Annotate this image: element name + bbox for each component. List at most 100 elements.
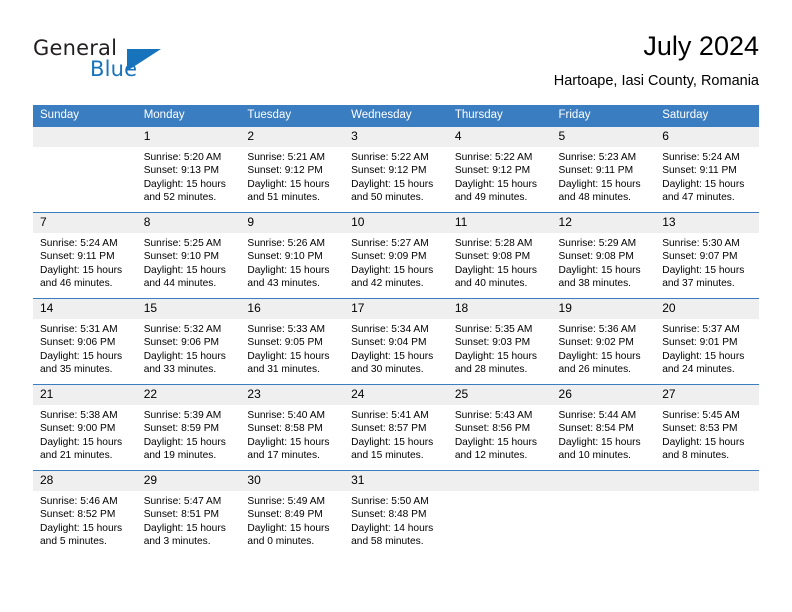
calendar-day-cell[interactable]: 2 Sunrise: 5:21 AM Sunset: 9:12 PM Daylight… — [240, 126, 345, 213]
sunrise-text: Sunrise: 5:50 AM — [351, 496, 429, 507]
day-details: Sunrise: 5:27 AM Sunset: 9:09 PM Daylight:… — [344, 233, 448, 291]
day-number: 30 — [240, 471, 345, 491]
calendar-day-cell[interactable]: 19 Sunrise: 5:36 AM Sunset: 9:02 PM Dayligh… — [551, 298, 656, 385]
sunset-text: Sunset: 9:06 PM — [40, 337, 116, 349]
daylight-text-cont: and 30 minutes. — [351, 364, 424, 376]
day-number: 2 — [240, 127, 345, 147]
calendar-week-row: 1 Sunrise: 5:20 AM Sunset: 9:13 PM Daylight… — [33, 126, 759, 213]
calendar-day-cell[interactable]: 31 Sunrise: 5:50 AM Sunset: 8:48 PM Dayligh… — [344, 470, 448, 556]
daylight-text-cont: and 24 minutes. — [662, 364, 735, 376]
sunrise-text: Sunrise: 5:47 AM — [143, 496, 222, 507]
calendar-day-cell[interactable]: 21 Sunrise: 5:38 AM Sunset: 9:00 PM Dayligh… — [33, 384, 137, 471]
calendar-day-cell[interactable]: 22 Sunrise: 5:39 AM Sunset: 8:59 PM Dayligh… — [136, 384, 241, 471]
calendar-day-cell[interactable]: 25 Sunrise: 5:43 AM Sunset: 8:56 PM Dayligh… — [447, 384, 552, 471]
sunset-text: Sunset: 9:10 PM — [143, 251, 220, 263]
calendar-day-cell[interactable]: 7 Sunrise: 5:24 AM Sunset: 9:11 PM Daylight… — [33, 212, 137, 299]
calendar-day-cell[interactable]: 15 Sunrise: 5:32 AM Sunset: 9:06 PM Dayligh… — [136, 298, 241, 385]
daylight-text-cont: and 5 minutes. — [40, 536, 107, 548]
sunset-text: Sunset: 9:01 PM — [662, 337, 738, 349]
day-number: 13 — [655, 213, 759, 233]
daylight-text: Daylight: 15 hours — [247, 522, 330, 534]
daylight-text-cont: and 19 minutes. — [143, 450, 217, 462]
calendar-day-cell[interactable]: 6 Sunrise: 5:24 AM Sunset: 9:11 PM Daylight… — [655, 126, 759, 213]
calendar-day-cell[interactable]: 14 Sunrise: 5:31 AM Sunset: 9:06 PM Dayligh… — [33, 298, 137, 385]
calendar-header-row: Sunday Monday Tuesday Wednesday Thursday… — [33, 105, 759, 127]
daylight-text: Daylight: 15 hours — [558, 436, 641, 448]
calendar-day-cell[interactable]: 23 Sunrise: 5:40 AM Sunset: 8:58 PM Dayligh… — [240, 384, 345, 471]
calendar-day-cell[interactable]: 3 Sunrise: 5:22 AM Sunset: 9:12 PM Daylight… — [344, 126, 448, 213]
daylight-text: Daylight: 15 hours — [143, 522, 226, 534]
page-header: General Blue July 2024 Hartoape, Iasi Co… — [33, 30, 759, 96]
day-number: 5 — [551, 127, 656, 147]
day-details: Sunrise: 5:43 AM Sunset: 8:56 PM Daylight:… — [448, 405, 552, 463]
daylight-text-cont: and 43 minutes. — [247, 278, 320, 290]
day-details: Sunrise: 5:22 AM Sunset: 9:12 PM Daylight:… — [344, 147, 448, 205]
sunset-text: Sunset: 9:11 PM — [558, 165, 634, 177]
day-details: Sunrise: 5:24 AM Sunset: 9:11 PM Daylight:… — [33, 233, 137, 291]
day-number: 28 — [33, 471, 137, 491]
day-details: Sunrise: 5:20 AM Sunset: 9:13 PM Daylight:… — [137, 147, 241, 205]
day-number: 15 — [136, 299, 241, 319]
sunset-text: Sunset: 9:09 PM — [351, 251, 427, 263]
calendar-day-cell[interactable]: 16 Sunrise: 5:33 AM Sunset: 9:05 PM Dayligh… — [240, 298, 345, 385]
calendar-day-cell[interactable]: 5 Sunrise: 5:23 AM Sunset: 9:11 PM Daylight… — [551, 126, 656, 213]
day-number: 7 — [33, 213, 137, 233]
day-number — [655, 471, 759, 491]
calendar-day-cell[interactable]: 18 Sunrise: 5:35 AM Sunset: 9:03 PM Dayligh… — [447, 298, 552, 385]
calendar-day-cell[interactable]: 1 Sunrise: 5:20 AM Sunset: 9:13 PM Daylight… — [136, 126, 241, 213]
calendar-day-cell[interactable]: 8 Sunrise: 5:25 AM Sunset: 9:10 PM Daylight… — [136, 212, 241, 299]
daylight-text-cont: and 3 minutes. — [143, 536, 211, 548]
calendar-day-cell[interactable]: 11 Sunrise: 5:28 AM Sunset: 9:08 PM Dayligh… — [447, 212, 552, 299]
day-details: Sunrise: 5:24 AM Sunset: 9:11 PM Daylight:… — [655, 147, 759, 205]
sunrise-text: Sunrise: 5:31 AM — [40, 324, 118, 335]
sunset-text: Sunset: 9:07 PM — [662, 251, 738, 263]
sunset-text: Sunset: 9:04 PM — [351, 337, 427, 349]
weekday-header-sunday: Sunday — [33, 105, 137, 127]
sunset-text: Sunset: 9:12 PM — [351, 165, 427, 177]
day-number: 14 — [33, 299, 137, 319]
calendar-day-cell[interactable]: 17 Sunrise: 5:34 AM Sunset: 9:04 PM Dayligh… — [344, 298, 448, 385]
daylight-text-cont: and 8 minutes. — [662, 450, 730, 462]
calendar-day-cell[interactable]: 27 Sunrise: 5:45 AM Sunset: 8:53 PM Dayligh… — [655, 384, 759, 471]
daylight-text: Daylight: 15 hours — [247, 350, 330, 362]
daylight-text-cont: and 21 minutes. — [40, 450, 113, 462]
daylight-text: Daylight: 15 hours — [454, 350, 537, 362]
weekday-header-thursday: Thursday — [447, 105, 552, 127]
daylight-text: Daylight: 15 hours — [662, 436, 745, 448]
sunset-text: Sunset: 8:51 PM — [143, 509, 220, 521]
sunset-text: Sunset: 9:08 PM — [454, 251, 531, 263]
day-details: Sunrise: 5:31 AM Sunset: 9:06 PM Daylight:… — [33, 319, 137, 377]
calendar-day-cell[interactable]: 4 Sunrise: 5:22 AM Sunset: 9:12 PM Daylight… — [447, 126, 552, 213]
calendar-day-cell[interactable]: 20 Sunrise: 5:37 AM Sunset: 9:01 PM Dayligh… — [655, 298, 759, 385]
sunrise-text: Sunrise: 5:43 AM — [454, 410, 533, 421]
daylight-text-cont: and 38 minutes. — [558, 278, 632, 290]
sunset-text: Sunset: 8:59 PM — [143, 423, 220, 435]
calendar-day-cell[interactable]: 9 Sunrise: 5:26 AM Sunset: 9:10 PM Daylight… — [240, 212, 345, 299]
calendar-day-cell[interactable]: 24 Sunrise: 5:41 AM Sunset: 8:57 PM Dayligh… — [344, 384, 448, 471]
weekday-header-row: Sunday Monday Tuesday Wednesday Thursday… — [33, 105, 759, 127]
calendar-day-cell[interactable]: 26 Sunrise: 5:44 AM Sunset: 8:54 PM Dayligh… — [551, 384, 656, 471]
day-details: Sunrise: 5:36 AM Sunset: 9:02 PM Daylight:… — [552, 319, 656, 377]
day-number — [551, 471, 656, 491]
day-number: 18 — [447, 299, 552, 319]
sunset-text: Sunset: 9:05 PM — [247, 337, 323, 349]
daylight-text: Daylight: 14 hours — [351, 522, 434, 534]
calendar-day-cell[interactable]: 12 Sunrise: 5:29 AM Sunset: 9:08 PM Dayligh… — [551, 212, 656, 299]
sunset-text: Sunset: 8:49 PM — [247, 509, 323, 521]
daylight-text-cont: and 0 minutes. — [247, 536, 315, 548]
title-block: July 2024 Hartoape, Iasi County, Romania — [554, 30, 759, 90]
daylight-text-cont: and 17 minutes. — [247, 450, 320, 462]
calendar-day-cell[interactable]: 13 Sunrise: 5:30 AM Sunset: 9:07 PM Dayligh… — [655, 212, 759, 299]
sunset-text: Sunset: 9:13 PM — [143, 165, 220, 177]
calendar-day-cell[interactable]: 29 Sunrise: 5:47 AM Sunset: 8:51 PM Dayligh… — [136, 470, 241, 556]
calendar-body: 1 Sunrise: 5:20 AM Sunset: 9:13 PM Daylight… — [33, 126, 759, 556]
calendar-day-cell[interactable]: 28 Sunrise: 5:46 AM Sunset: 8:52 PM Dayligh… — [33, 470, 137, 556]
calendar-day-cell[interactable]: 30 Sunrise: 5:49 AM Sunset: 8:49 PM Dayligh… — [240, 470, 345, 556]
calendar-week-row: 14 Sunrise: 5:31 AM Sunset: 9:06 PM Dayligh… — [33, 298, 759, 385]
daylight-text: Daylight: 15 hours — [40, 522, 123, 534]
calendar-day-cell[interactable]: 10 Sunrise: 5:27 AM Sunset: 9:09 PM Dayligh… — [344, 212, 448, 299]
general-blue-logo[interactable]: General Blue — [33, 36, 233, 88]
weekday-header-tuesday: Tuesday — [240, 105, 345, 127]
daylight-text: Daylight: 15 hours — [247, 264, 330, 276]
daylight-text-cont: and 47 minutes. — [662, 192, 735, 204]
